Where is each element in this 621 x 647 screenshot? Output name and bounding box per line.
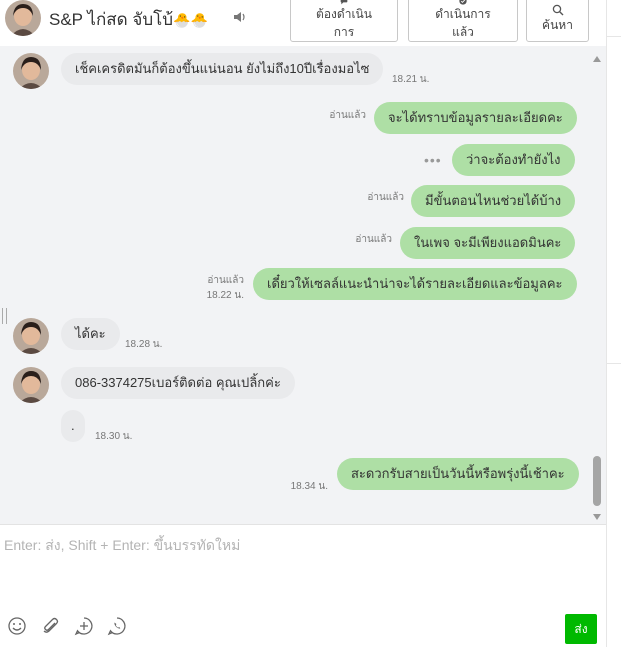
contact-avatar[interactable] bbox=[5, 0, 41, 36]
divider bbox=[607, 363, 621, 364]
paperclip-icon[interactable] bbox=[40, 615, 62, 637]
resize-handle[interactable] bbox=[2, 308, 7, 324]
message-time: 18.34 น. bbox=[290, 481, 328, 492]
search-button[interactable]: ค้นหา bbox=[526, 0, 589, 42]
read-receipt: อ่านแล้ว bbox=[329, 110, 366, 121]
sender-avatar[interactable] bbox=[13, 318, 49, 354]
contact-name: S&P ไก่สด จับโบ้🐣🐣 bbox=[49, 6, 208, 33]
pending-button-label: ต้องดำเนินการ bbox=[316, 7, 372, 39]
message-bubble-outgoing[interactable]: เดี๋ยวให้เซลล์แนะนำน่าจะได้รายละเอียดและ… bbox=[253, 268, 577, 300]
more-dots[interactable]: ••• bbox=[424, 152, 442, 168]
message-bubble-outgoing[interactable]: ว่าจะต้องทำยังไง bbox=[452, 144, 575, 176]
message-composer: ส่ง bbox=[0, 524, 606, 647]
message-bubble-outgoing[interactable]: ในเพจ จะมีเพียงแอดมินคะ bbox=[400, 227, 576, 259]
message-time: 18.30 น. bbox=[95, 431, 133, 442]
phone-bubble-icon[interactable] bbox=[106, 615, 128, 637]
message-input[interactable] bbox=[4, 535, 594, 605]
chick-emoji: 🐣🐣 bbox=[173, 12, 208, 28]
sender-avatar[interactable] bbox=[13, 53, 49, 89]
message-bubble-incoming[interactable]: เช็คเครดิตมันก็ต้องขึ้นแน่นอน ยังไม่ถึง1… bbox=[61, 53, 384, 85]
smiley-icon[interactable] bbox=[6, 615, 28, 637]
message-bubble-incoming[interactable]: . bbox=[61, 410, 85, 442]
contact-name-text: S&P ไก่สด จับโบ้ bbox=[49, 10, 174, 29]
chat-window: S&P ไก่สด จับโบ้🐣🐣 ต้องดำเนินการ ดำเนินก… bbox=[0, 0, 606, 647]
message-time: 18.28 น. bbox=[125, 339, 163, 350]
done-button[interactable]: ดำเนินการแล้ว bbox=[408, 0, 518, 42]
message-bubble-incoming[interactable]: 086-3374275เบอร์ติดต่อ คุณเปลิ้กค่ะ bbox=[61, 367, 295, 399]
scroll-down-arrow-icon[interactable] bbox=[593, 514, 601, 520]
sender-avatar[interactable] bbox=[13, 367, 49, 403]
message-bubble-outgoing[interactable]: มีขั้นตอนไหนช่วยได้บ้าง bbox=[411, 185, 576, 217]
send-button[interactable]: ส่ง bbox=[565, 614, 597, 644]
pending-button[interactable]: ต้องดำเนินการ bbox=[290, 0, 398, 42]
scroll-up-arrow-icon[interactable] bbox=[593, 56, 601, 62]
read-receipt: อ่านแล้ว bbox=[355, 234, 392, 245]
message-bubble-incoming[interactable]: ได้คะ bbox=[61, 318, 120, 350]
search-icon bbox=[552, 4, 563, 16]
chat-header: S&P ไก่สด จับโบ้🐣🐣 ต้องดำเนินการ ดำเนินก… bbox=[0, 0, 606, 46]
right-panel-edge bbox=[606, 0, 621, 647]
message-bubble-outgoing[interactable]: จะได้ทราบข้อมูลรายละเอียดคะ bbox=[374, 102, 577, 134]
message-time: 18.21 น. bbox=[392, 74, 430, 85]
divider bbox=[607, 36, 621, 37]
search-button-label: ค้นหา bbox=[542, 18, 573, 32]
add-bubble-icon[interactable] bbox=[73, 615, 95, 637]
done-button-label: ดำเนินการแล้ว bbox=[435, 7, 491, 39]
message-time: 18.22 น. bbox=[206, 290, 244, 301]
scrollbar-thumb[interactable] bbox=[593, 456, 601, 506]
read-receipt: อ่านแล้ว bbox=[207, 275, 244, 286]
message-bubble-outgoing[interactable]: สะดวกรับสายเป็นวันนี้หรือพรุ่งนี้เช้าคะ bbox=[337, 458, 579, 490]
speaker-icon[interactable] bbox=[233, 10, 247, 24]
read-receipt: อ่านแล้ว bbox=[367, 192, 404, 203]
message-list[interactable]: เช็คเครดิตมันก็ต้องขึ้นแน่นอน ยังไม่ถึง1… bbox=[0, 46, 606, 524]
